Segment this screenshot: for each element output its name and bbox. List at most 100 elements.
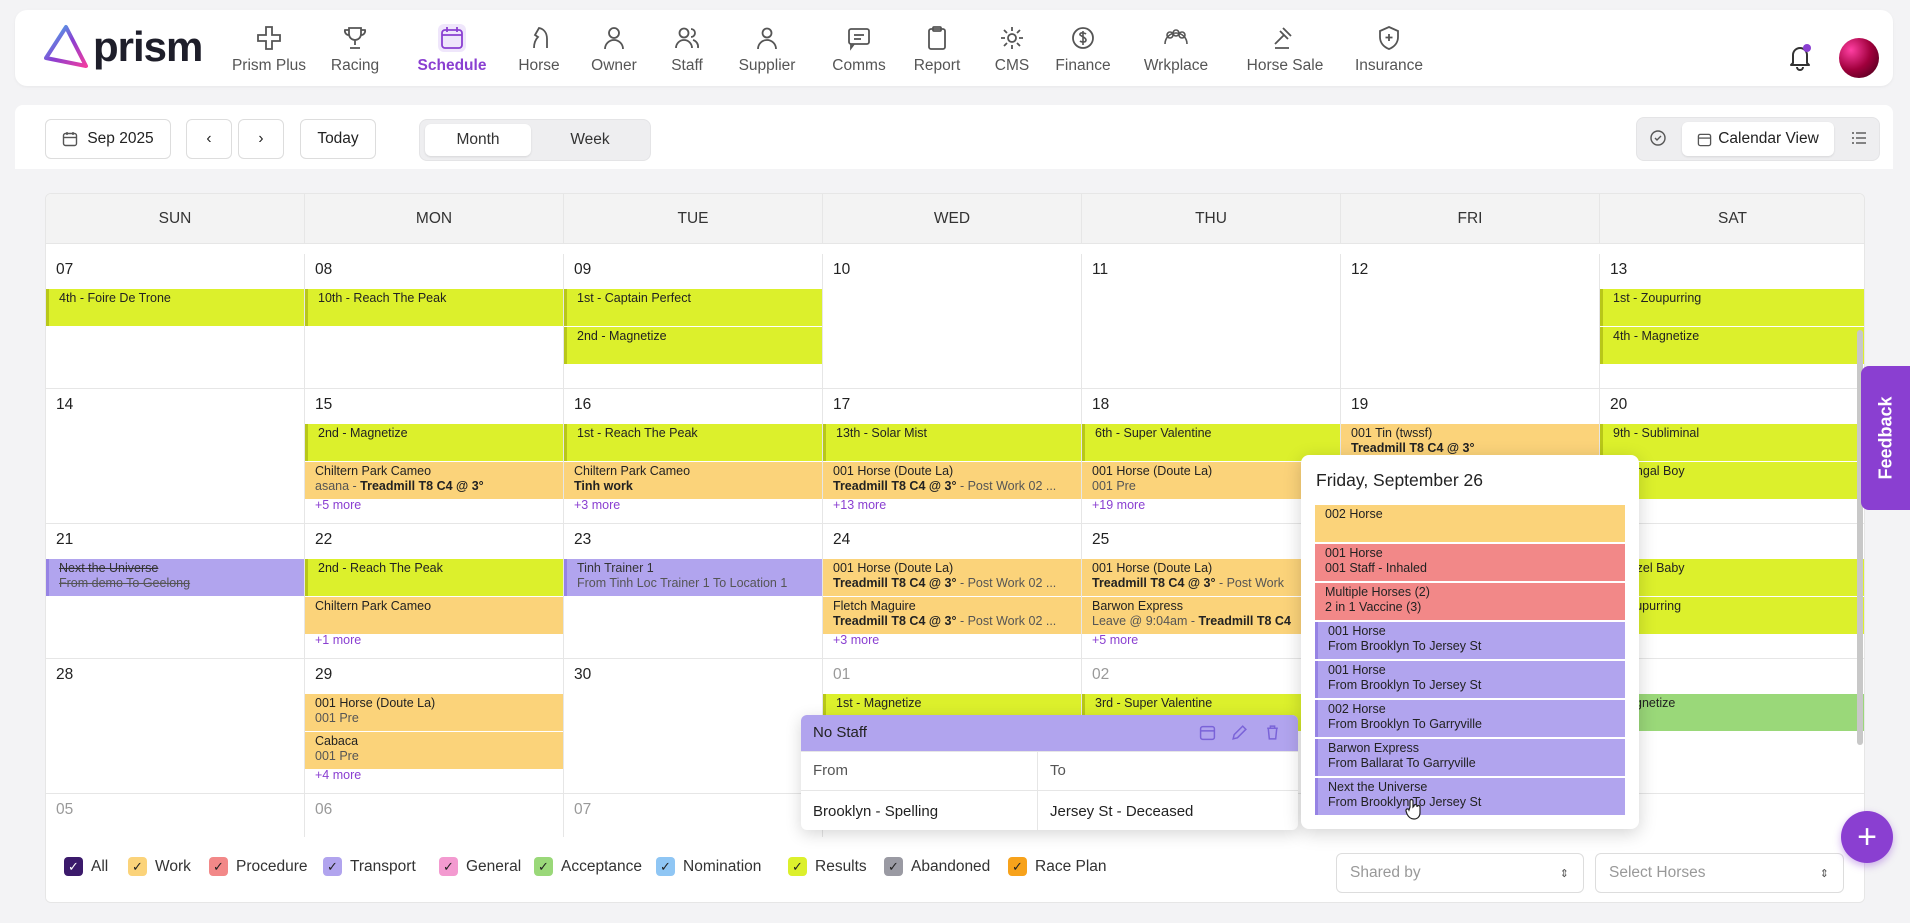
more-events-link[interactable]: +5 more — [315, 498, 361, 512]
calendar-event[interactable]: 002 Horse From Brooklyn To Garryville — [1315, 700, 1625, 737]
calendar-event[interactable]: 001 Horse (Doute La) Treadmill T8 C4 @ 3°… — [823, 462, 1081, 499]
more-events-link[interactable]: +13 more — [833, 498, 886, 512]
prism-logo[interactable]: prism — [43, 24, 203, 70]
more-events-link[interactable]: +3 more — [574, 498, 620, 512]
nav-item-owner[interactable]: Owner — [591, 10, 637, 86]
calendar-event[interactable]: - Hazel Baby — [1600, 559, 1864, 596]
calendar-event[interactable]: Barwon Express From Ballarat To Garryvill… — [1315, 739, 1625, 776]
today-button[interactable]: Today — [300, 119, 376, 159]
nav-item-report[interactable]: Report — [914, 10, 960, 86]
day-cell[interactable]: 23 Tinh Trainer 1 From Tinh Loc Trainer 1 … — [564, 524, 823, 659]
day-cell[interactable]: 21 Next the Universe From demo To Geelong — [46, 524, 305, 659]
week-view-tab[interactable]: Week — [535, 124, 645, 156]
nav-item-horse[interactable]: Horse — [518, 10, 560, 86]
day-cell[interactable]: 17 13th - Solar Mist 001 Horse (Doute La) T… — [823, 389, 1082, 524]
checkbox-icon[interactable]: ✓ — [788, 857, 807, 876]
calendar-event[interactable]: Multiple Horses (2) 2 in 1 Vaccine (3) — [1315, 583, 1625, 620]
calendar-event[interactable]: 001 Horse From Brooklyn To Jersey St — [1315, 661, 1625, 698]
select-horses-select[interactable]: Select Horses ⇕ — [1595, 853, 1844, 893]
bell-icon[interactable] — [1787, 43, 1813, 76]
month-view-tab[interactable]: Month — [425, 124, 531, 156]
calendar-event[interactable]: Fletch Maguire Treadmill T8 C4 @ 3° - Pos… — [823, 597, 1081, 634]
calendar-event[interactable]: Next the Universe From demo To Geelong — [46, 559, 304, 596]
calendar-view-button[interactable]: Calendar View — [1682, 122, 1834, 156]
calendar-event[interactable]: 10th - Reach The Peak — [305, 289, 563, 326]
checkbox-icon[interactable]: ✓ — [64, 857, 83, 876]
nav-item-supplier[interactable]: Supplier — [739, 10, 795, 86]
edit-pencil-icon[interactable] — [1231, 724, 1248, 745]
shared-by-select[interactable]: Shared by ⇕ — [1336, 853, 1584, 893]
calendar-event[interactable]: - Magnetize — [1600, 694, 1864, 731]
checkbox-icon[interactable]: ✓ — [656, 857, 675, 876]
legend-filter-procedure[interactable]: ✓ Procedure — [209, 857, 308, 876]
trash-icon[interactable] — [1264, 724, 1281, 745]
user-avatar[interactable] — [1839, 38, 1879, 78]
day-cell[interactable]: 08 10th - Reach The Peak — [305, 254, 564, 389]
month-picker-button[interactable]: Sep 2025 — [45, 119, 171, 159]
nav-item-finance[interactable]: Finance — [1055, 10, 1111, 86]
legend-filter-abandoned[interactable]: ✓ Abandoned — [884, 857, 990, 876]
calendar-event[interactable]: 001 Horse (Doute La) 001 Pre — [305, 694, 563, 731]
calendar-icon[interactable] — [1199, 724, 1216, 745]
calendar-event[interactable]: 1st - Zoupurring — [1600, 289, 1864, 326]
more-events-link[interactable]: +19 more — [1092, 498, 1145, 512]
prev-month-button[interactable]: ‹ — [186, 119, 232, 159]
list-icon[interactable] — [1851, 130, 1867, 151]
day-cell[interactable]: 27- Hazel Baby- Zoupurring — [1600, 524, 1864, 659]
calendar-event[interactable]: 002 Horse — [1315, 505, 1625, 542]
checkbox-icon[interactable]: ✓ — [534, 857, 553, 876]
calendar-event[interactable]: Next the Universe From Brooklyn To Jersey… — [1315, 778, 1625, 815]
calendar-event[interactable]: Chiltern Park Cameo Tinh work — [564, 462, 822, 499]
calendar-event[interactable]: 1st - Captain Perfect — [564, 289, 822, 326]
checkbox-icon[interactable]: ✓ — [1008, 857, 1027, 876]
legend-filter-all[interactable]: ✓ All — [64, 857, 108, 876]
day-cell[interactable]: 11 — [1082, 254, 1341, 389]
calendar-event[interactable]: 6th - Super Valentine — [1082, 424, 1340, 461]
calendar-event[interactable]: 13th - Solar Mist — [823, 424, 1081, 461]
day-cell[interactable]: 14 — [46, 389, 305, 524]
calendar-event[interactable]: Tinh Trainer 1 From Tinh Loc Trainer 1 To… — [564, 559, 822, 596]
legend-filter-acceptance[interactable]: ✓ Acceptance — [534, 857, 642, 876]
nav-item-insurance[interactable]: Insurance — [1355, 10, 1423, 86]
day-cell[interactable]: 13 1st - Zoupurring 4th - Magnetize — [1600, 254, 1864, 389]
legend-filter-results[interactable]: ✓ Results — [788, 857, 867, 876]
checkbox-icon[interactable]: ✓ — [439, 857, 458, 876]
calendar-event[interactable]: 9th - Subliminal — [1600, 424, 1864, 461]
calendar-event[interactable]: Cabaca 001 Pre — [305, 732, 563, 769]
calendar-event[interactable]: - Zoupurring — [1600, 597, 1864, 634]
nav-item-racing[interactable]: Racing — [331, 10, 379, 86]
calendar-event[interactable]: 001 Horse 001 Staff - Inhaled — [1315, 544, 1625, 581]
calendar-event[interactable]: Chiltern Park Cameo asana - Treadmill T8 … — [305, 462, 563, 499]
more-events-link[interactable]: +3 more — [833, 633, 879, 647]
calendar-event[interactable]: 2nd - Reach The Peak — [305, 559, 563, 596]
checkbox-icon[interactable]: ✓ — [209, 857, 228, 876]
more-events-link[interactable]: +1 more — [315, 633, 361, 647]
calendar-event[interactable]: - Bengal Boy — [1600, 462, 1864, 499]
day-cell[interactable]: 28 — [46, 659, 305, 794]
calendar-event[interactable]: 4th - Magnetize — [1600, 327, 1864, 364]
nav-item-schedule[interactable]: Schedule — [418, 10, 486, 86]
day-cell[interactable]: 10 — [823, 254, 1082, 389]
day-cell[interactable]: 22 2nd - Reach The Peak Chiltern Park Came… — [305, 524, 564, 659]
legend-filter-race-plan[interactable]: ✓ Race Plan — [1008, 857, 1107, 876]
nav-item-prism-plus[interactable]: Prism Plus — [232, 10, 306, 86]
legend-filter-general[interactable]: ✓ General — [439, 857, 521, 876]
calendar-event[interactable]: 001 Horse From Brooklyn To Jersey St — [1315, 622, 1625, 659]
checkbox-icon[interactable]: ✓ — [884, 857, 903, 876]
day-cell[interactable]: 07 4th - Foire De Trone — [46, 254, 305, 389]
day-cell[interactable]: 29 001 Horse (Doute La) 001 Pre Cabaca 001 P… — [305, 659, 564, 794]
calendar-event[interactable]: Chiltern Park Cameo — [305, 597, 563, 634]
calendar-event[interactable]: 001 Horse (Doute La) Treadmill T8 C4 @ 3°… — [823, 559, 1081, 596]
day-cell[interactable]: 24 001 Horse (Doute La) Treadmill T8 C4 @ … — [823, 524, 1082, 659]
add-event-button[interactable]: + — [1841, 811, 1893, 863]
check-circle-icon[interactable] — [1649, 129, 1667, 152]
next-month-button[interactable]: › — [238, 119, 284, 159]
feedback-tab[interactable]: Feedback — [1861, 366, 1910, 510]
day-cell[interactable]: 15 2nd - Magnetize Chiltern Park Cameo asan… — [305, 389, 564, 524]
legend-filter-work[interactable]: ✓ Work — [128, 857, 191, 876]
more-events-link[interactable]: +4 more — [315, 768, 361, 782]
calendar-event[interactable]: 4th - Foire De Trone — [46, 289, 304, 326]
checkbox-icon[interactable]: ✓ — [128, 857, 147, 876]
legend-filter-transport[interactable]: ✓ Transport — [323, 857, 416, 876]
checkbox-icon[interactable]: ✓ — [323, 857, 342, 876]
